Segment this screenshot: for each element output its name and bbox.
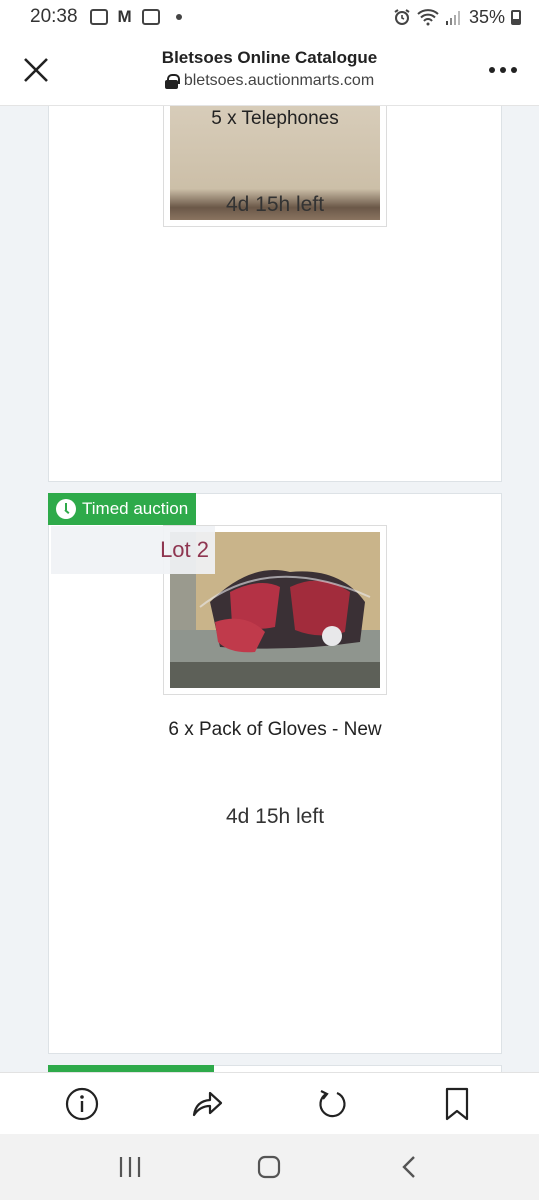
alarm-icon bbox=[394, 9, 410, 25]
refresh-button[interactable] bbox=[310, 1082, 354, 1126]
browser-header: Bletsoes Online Catalogue bletsoes.aucti… bbox=[0, 34, 539, 106]
lock-icon bbox=[164, 73, 180, 89]
catalogue-list[interactable]: 5 x Telephones 4d 15h left Timed auction… bbox=[0, 106, 539, 1072]
status-bar: 20:38 M 35% bbox=[0, 0, 539, 34]
time-left: 4d 15h left bbox=[225, 193, 325, 216]
lot-number: Lot 2 bbox=[51, 526, 215, 574]
signal-icon bbox=[445, 11, 460, 25]
wifi-icon bbox=[417, 9, 439, 26]
page-url: bletsoes.auctionmarts.com bbox=[183, 72, 375, 89]
timed-auction-badge: Timed auction bbox=[48, 493, 197, 525]
home-button[interactable] bbox=[247, 1145, 291, 1189]
battery-percent: 35% bbox=[468, 6, 505, 27]
lot-card[interactable]: 5 x Telephones 4d 15h left bbox=[48, 106, 502, 482]
recent-apps-icon bbox=[119, 1157, 140, 1177]
clock-icon bbox=[56, 499, 76, 519]
lot-title[interactable]: 5 x Telephones bbox=[49, 108, 501, 130]
lot-title[interactable]: 6 x Pack of Gloves - New bbox=[49, 719, 501, 741]
back-icon bbox=[402, 1156, 415, 1178]
page-info-button[interactable] bbox=[60, 1082, 104, 1126]
status-time: 20:38 bbox=[30, 6, 78, 27]
share-icon bbox=[193, 1091, 223, 1116]
back-button[interactable] bbox=[387, 1145, 431, 1189]
browser-toolbar bbox=[0, 1072, 539, 1134]
refresh-icon bbox=[319, 1089, 346, 1117]
bookmark-icon bbox=[445, 1087, 468, 1120]
more-notifications-icon bbox=[175, 14, 182, 20]
time-left: 4d 15h left bbox=[225, 805, 325, 828]
system-nav-bar bbox=[0, 1134, 539, 1200]
bookmark-button[interactable] bbox=[435, 1082, 479, 1126]
lot-card[interactable]: Timed auction Lot 2 6 x Pack of Gloves -… bbox=[48, 493, 502, 1054]
lot-card[interactable] bbox=[48, 1065, 502, 1072]
badge-label: Timed auction bbox=[82, 499, 189, 518]
share-button[interactable] bbox=[185, 1082, 229, 1126]
gmail-icon: M bbox=[117, 7, 132, 26]
more-dots-icon bbox=[489, 67, 495, 73]
app-notification-icon bbox=[141, 9, 160, 25]
page-title: Bletsoes Online Catalogue bbox=[161, 48, 378, 67]
more-options-button[interactable] bbox=[487, 60, 519, 80]
timed-auction-badge bbox=[48, 1065, 214, 1072]
voicemail-icon bbox=[89, 9, 108, 25]
info-icon bbox=[66, 1087, 99, 1120]
battery-icon bbox=[511, 9, 521, 25]
recent-apps-button[interactable] bbox=[108, 1145, 152, 1189]
home-icon bbox=[258, 1155, 281, 1179]
